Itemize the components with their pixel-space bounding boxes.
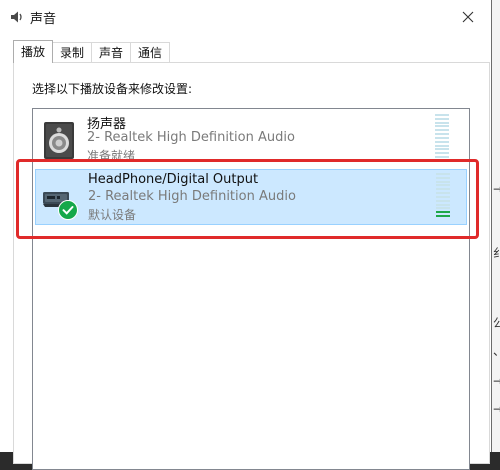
close-icon bbox=[462, 11, 474, 22]
tab-strip: 播放 录制 声音 通信 bbox=[13, 40, 171, 63]
device-item-headphone[interactable]: HeadPhone/Digital Output 2- Realtek High… bbox=[35, 169, 467, 225]
green-check-icon bbox=[58, 200, 78, 220]
playback-panel: 选择以下播放设备来修改设置: 扬声器 2- Realtek High Defin… bbox=[13, 62, 490, 470]
tab-playback[interactable]: 播放 bbox=[13, 40, 54, 63]
speaker-device-icon bbox=[40, 121, 80, 161]
background-window-strip: → 纟 公 、 → → bbox=[492, 0, 500, 452]
device-description: 2- Realtek High Definition Audio bbox=[88, 189, 296, 204]
device-list[interactable]: 扬声器 2- Realtek High Definition Audio 准备就… bbox=[32, 108, 470, 470]
sound-dialog: 声音 播放 录制 声音 通信 选择以下播放设备来修改设置: 扬声器 2- Rea… bbox=[0, 0, 492, 470]
background-text: 公 bbox=[493, 316, 500, 330]
background-text: → bbox=[493, 182, 500, 196]
device-status: 准备就绪 bbox=[87, 149, 136, 163]
device-name: HeadPhone/Digital Output bbox=[88, 172, 259, 187]
background-text: → bbox=[493, 374, 500, 388]
speaker-icon bbox=[9, 9, 25, 25]
background-text: 纟 bbox=[493, 246, 500, 260]
device-description: 2- Realtek High Definition Audio bbox=[87, 130, 295, 145]
tab-sounds[interactable]: 声音 bbox=[91, 42, 132, 63]
close-button[interactable] bbox=[445, 0, 491, 33]
title-bar: 声音 bbox=[0, 0, 491, 33]
volume-level-meter bbox=[436, 173, 450, 217]
device-item-speakers[interactable]: 扬声器 2- Realtek High Definition Audio 准备就… bbox=[35, 111, 465, 165]
tab-communications[interactable]: 通信 bbox=[130, 42, 171, 63]
window-title: 声音 bbox=[30, 12, 57, 27]
volume-level-meter bbox=[435, 114, 449, 158]
background-text: 、 bbox=[493, 342, 500, 359]
instruction-text: 选择以下播放设备来修改设置: bbox=[32, 82, 193, 96]
tab-recording[interactable]: 录制 bbox=[52, 42, 93, 63]
background-text: → bbox=[493, 402, 500, 416]
device-status: 默认设备 bbox=[88, 208, 137, 222]
